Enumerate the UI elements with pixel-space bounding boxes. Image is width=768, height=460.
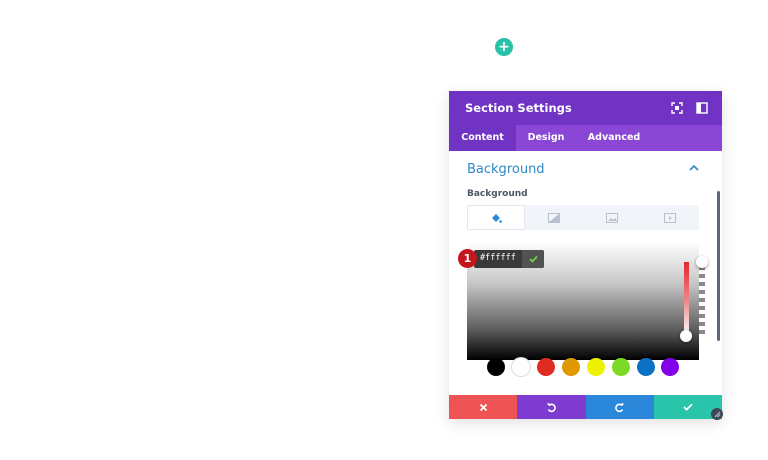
check-icon (683, 403, 693, 411)
swatch-black[interactable] (487, 358, 505, 376)
tab-advanced[interactable]: Advanced (579, 125, 649, 151)
cancel-button[interactable] (449, 395, 518, 419)
tab-content[interactable]: Content (449, 125, 516, 151)
opacity-slider-handle[interactable] (696, 256, 708, 268)
tab-design[interactable]: Design (516, 125, 576, 151)
swatch-white[interactable] (512, 358, 530, 376)
swatch-blue[interactable] (637, 358, 655, 376)
background-section-title[interactable]: Background (467, 162, 545, 177)
background-type-tabs (467, 205, 699, 230)
video-icon (664, 212, 676, 223)
settings-tabs: Content Design Advanced (449, 125, 722, 151)
redo-icon (615, 402, 625, 412)
swatch-yellow[interactable] (587, 358, 605, 376)
close-icon (479, 403, 487, 411)
image-icon (606, 212, 618, 223)
bg-type-gradient[interactable] (525, 205, 583, 230)
redo-button[interactable] (585, 395, 654, 419)
section-settings-modal: Section Settings Content Design Advanced… (449, 91, 722, 419)
hue-slider-handle[interactable] (680, 330, 692, 342)
undo-button[interactable] (517, 395, 586, 419)
background-field-label: Background (467, 189, 528, 199)
resize-icon (714, 411, 720, 417)
hex-input[interactable]: #ffffff (480, 253, 516, 263)
check-icon (528, 255, 538, 263)
step-number-badge: 1 (458, 249, 477, 268)
hue-slider[interactable] (684, 262, 689, 336)
opacity-slider[interactable] (699, 262, 705, 336)
modal-body: Background Background #ffffff 1 (449, 151, 722, 393)
modal-scrollbar[interactable] (717, 191, 720, 341)
paint-bucket-icon (492, 213, 502, 223)
modal-header: Section Settings (449, 91, 722, 125)
modal-footer (449, 395, 722, 419)
swatch-purple[interactable] (661, 358, 679, 376)
chevron-up-icon[interactable] (689, 164, 699, 172)
bg-type-color[interactable] (467, 205, 525, 230)
expand-icon[interactable] (670, 101, 684, 115)
hex-input-box: #ffffff (474, 250, 544, 268)
add-section-button[interactable]: + (495, 38, 513, 56)
resize-handle[interactable] (711, 408, 723, 420)
swatch-green[interactable] (612, 358, 630, 376)
swatch-red[interactable] (537, 358, 555, 376)
hex-confirm-button[interactable] (522, 250, 544, 268)
bg-type-image[interactable] (583, 205, 641, 230)
color-swatches (449, 355, 722, 377)
gradient-icon (548, 212, 560, 223)
sidebar-layout-icon[interactable] (695, 101, 709, 115)
modal-title: Section Settings (465, 101, 572, 115)
swatch-orange[interactable] (562, 358, 580, 376)
bg-type-video[interactable] (641, 205, 699, 230)
undo-icon (546, 402, 556, 412)
